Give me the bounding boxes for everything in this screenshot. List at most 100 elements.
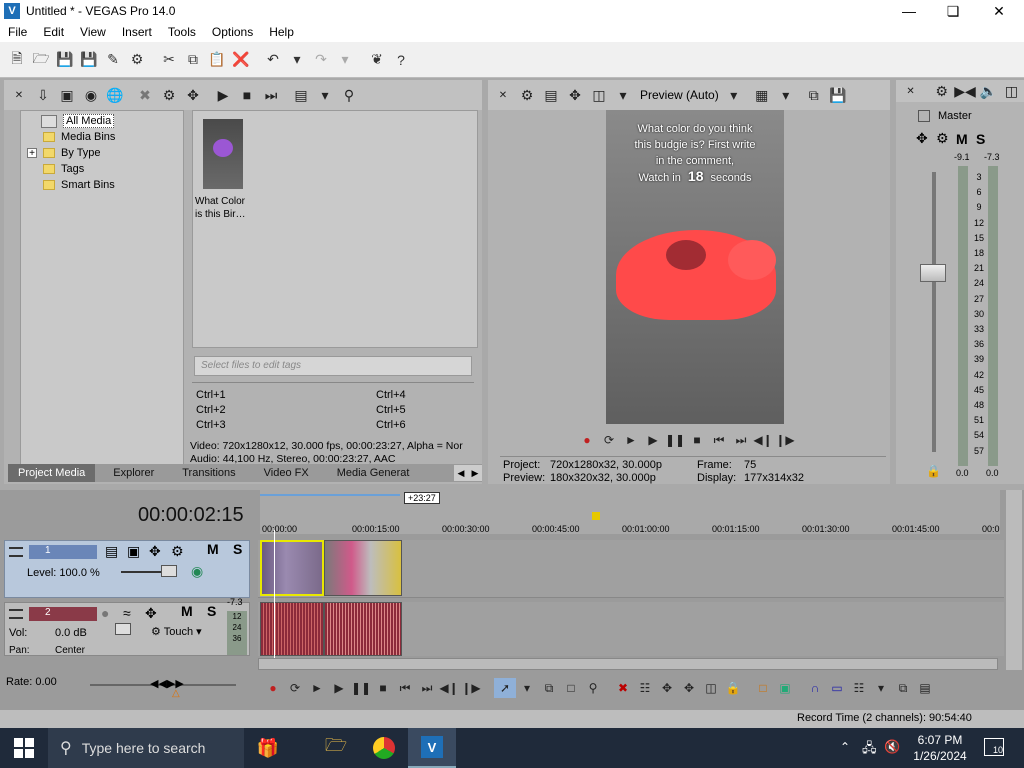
- menu-insert[interactable]: Insert: [114, 25, 160, 39]
- tree-item-by-type[interactable]: + By Type: [21, 145, 183, 161]
- video-track-header[interactable]: 1 ▤ ▣ ✥ ⚙ M S Level: 100.0 % ◉: [4, 540, 250, 598]
- external-monitor-icon[interactable]: ▤: [540, 84, 562, 106]
- undo-dropdown-icon[interactable]: ▾: [286, 49, 308, 71]
- normal-edit-tool-icon[interactable]: ➚: [494, 678, 516, 698]
- copy-icon[interactable]: ⧉: [182, 49, 204, 71]
- horizontal-scrollbar[interactable]: [258, 658, 998, 670]
- menu-edit[interactable]: Edit: [35, 25, 72, 39]
- track-mute-button[interactable]: M: [181, 603, 193, 619]
- stop-icon[interactable]: ■: [372, 678, 394, 698]
- track-compositing-icon[interactable]: ◉: [191, 563, 203, 580]
- network-icon[interactable]: 🖧: [862, 739, 877, 761]
- auto-preview-icon[interactable]: ⏭: [260, 84, 282, 106]
- overlays-grid-icon[interactable]: ▦: [751, 84, 773, 106]
- pan-crop-icon[interactable]: ✥: [182, 84, 204, 106]
- properties-icon[interactable]: ⚙: [126, 49, 148, 71]
- mixer-properties-icon[interactable]: ⚙: [931, 80, 952, 102]
- panel-close-icon[interactable]: ✕: [8, 84, 30, 106]
- shortcut-ctrl2[interactable]: Ctrl+2: [196, 403, 226, 418]
- menu-tools[interactable]: Tools: [160, 25, 204, 39]
- shortcut-ctrl5[interactable]: Ctrl+5: [376, 403, 406, 418]
- tree-item-tags[interactable]: Tags: [21, 161, 183, 177]
- go-to-end-icon[interactable]: ⏭: [416, 678, 438, 698]
- composite-mode-icon[interactable]: ▣: [127, 543, 140, 560]
- menu-file[interactable]: File: [0, 25, 35, 39]
- save-icon[interactable]: 💾: [54, 49, 76, 71]
- split-screen-icon[interactable]: ✥: [564, 84, 586, 106]
- automation-mode[interactable]: ⚙ Touch ▾: [151, 625, 202, 638]
- trim-icon[interactable]: ☷: [634, 678, 656, 698]
- media-fx-icon[interactable]: ⚙: [158, 84, 180, 106]
- preview-properties-icon[interactable]: ⚙: [516, 84, 538, 106]
- undo-icon[interactable]: ↶: [262, 49, 284, 71]
- pan-crop-icon[interactable]: ✥: [149, 543, 161, 560]
- prev-frame-icon[interactable]: ◀❙: [752, 430, 774, 450]
- pause-icon[interactable]: ❚❚: [664, 430, 686, 450]
- notifications-icon[interactable]: 10: [984, 738, 1004, 756]
- delete-icon[interactable]: ✖: [612, 678, 634, 698]
- stop-icon[interactable]: ■: [236, 84, 258, 106]
- system-clock[interactable]: 6:07 PM 1/26/2024: [912, 732, 968, 764]
- arm-record-icon[interactable]: ●: [101, 605, 109, 621]
- play-icon[interactable]: ▶: [642, 430, 664, 450]
- redo-icon[interactable]: ↷: [310, 49, 332, 71]
- mixer-fx-icon[interactable]: ◫: [1001, 80, 1022, 102]
- tab-scroll-right-icon[interactable]: ▶: [468, 465, 482, 481]
- expand-icon[interactable]: +: [27, 148, 37, 159]
- capture-video-icon[interactable]: ▣: [56, 84, 78, 106]
- insert-region-icon[interactable]: ▣: [774, 678, 796, 698]
- go-to-end-icon[interactable]: ⏭: [730, 430, 752, 450]
- video-clip-1[interactable]: [260, 540, 324, 596]
- solo-button[interactable]: S: [976, 131, 996, 147]
- video-fx-dropdown-icon[interactable]: ▾: [612, 84, 634, 106]
- insert-marker-icon[interactable]: □: [752, 678, 774, 698]
- loop-icon[interactable]: ⟳: [598, 430, 620, 450]
- tab-project-media[interactable]: Project Media: [8, 464, 96, 482]
- video-clip-2[interactable]: [324, 540, 402, 596]
- menu-options[interactable]: Options: [204, 25, 261, 39]
- ripple-dropdown-icon[interactable]: ▾: [870, 678, 892, 698]
- time-ruler[interactable]: +23:27 00:00:00 00:00:15:00 00:00:30:00 00:…: [260, 490, 1000, 534]
- next-frame-icon[interactable]: ❙▶: [774, 430, 796, 450]
- level-slider[interactable]: [161, 565, 177, 577]
- loop-icon[interactable]: ⟳: [284, 678, 306, 698]
- tree-item-media-bins[interactable]: Media Bins: [21, 129, 183, 145]
- vegas-taskbar-icon[interactable]: V: [408, 728, 456, 768]
- track-solo-button[interactable]: S: [207, 603, 216, 619]
- master-fx-icon[interactable]: ⚙: [936, 130, 956, 147]
- track-minimize-icon[interactable]: [9, 547, 23, 557]
- auto-ripple-icon[interactable]: ☷: [848, 678, 870, 698]
- audio-track-lane[interactable]: [258, 602, 1004, 656]
- record-icon[interactable]: ●: [262, 678, 284, 698]
- render-icon[interactable]: ✎: [102, 49, 124, 71]
- play-icon[interactable]: ▶: [328, 678, 350, 698]
- zoom-tool-icon[interactable]: ⚲: [582, 678, 604, 698]
- taskbar-search[interactable]: ⚲ Type here to search: [48, 728, 244, 768]
- minimize-button[interactable]: —: [886, 0, 932, 22]
- show-hidden-icons-icon[interactable]: ⌃: [840, 740, 850, 754]
- redo-dropdown-icon[interactable]: ▾: [334, 49, 356, 71]
- prev-frame-icon[interactable]: ◀❙: [438, 678, 460, 698]
- panel-close-icon[interactable]: ✕: [900, 80, 921, 102]
- copy-snapshot-icon[interactable]: ⧉: [803, 84, 825, 106]
- auto-crossfade-icon[interactable]: ▭: [826, 678, 848, 698]
- gift-widget-icon[interactable]: 🎁: [244, 728, 292, 768]
- pan-crop-icon[interactable]: ✥: [916, 130, 936, 147]
- new-icon[interactable]: 🗎: [6, 49, 28, 71]
- views-dropdown-icon[interactable]: ▾: [314, 84, 336, 106]
- invert-phase-icon[interactable]: ≈: [123, 605, 131, 621]
- go-to-start-icon[interactable]: ⏮: [394, 678, 416, 698]
- record-icon[interactable]: ●: [576, 430, 598, 450]
- help-icon[interactable]: ?: [390, 49, 412, 71]
- open-icon[interactable]: 🗁: [30, 49, 52, 71]
- tree-item-smart-bins[interactable]: Smart Bins: [21, 177, 183, 193]
- mute-button[interactable]: M: [956, 131, 976, 147]
- lock-envelopes-icon[interactable]: 🔒: [722, 678, 744, 698]
- cut-icon[interactable]: ✂: [158, 49, 180, 71]
- menu-help[interactable]: Help: [261, 25, 302, 39]
- views-icon[interactable]: ▤: [290, 84, 312, 106]
- playhead[interactable]: [274, 530, 275, 658]
- dim-output-icon[interactable]: 🔈: [978, 80, 999, 102]
- tab-explorer[interactable]: Explorer: [103, 467, 164, 479]
- save-as-icon[interactable]: 💾: [78, 49, 100, 71]
